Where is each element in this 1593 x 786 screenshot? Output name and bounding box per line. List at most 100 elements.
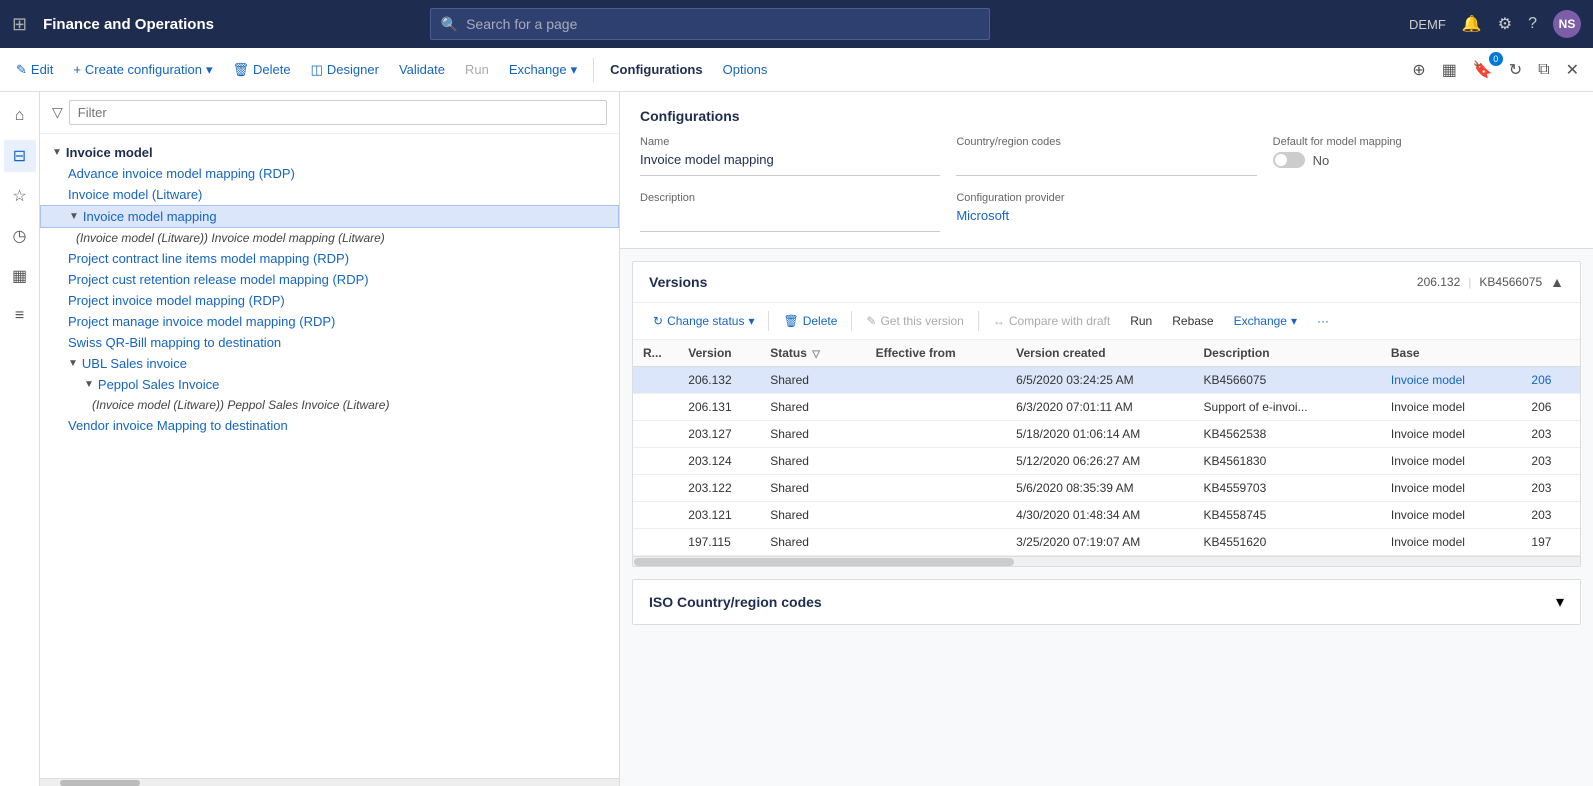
edit-icon: ✎ [16, 62, 27, 78]
create-config-button[interactable]: + Create configuration ▾ [65, 58, 220, 82]
col-header-effective[interactable]: Effective from [866, 340, 1007, 367]
designer-button[interactable]: ◫ Designer [303, 58, 387, 82]
table-row[interactable]: 206.132 Shared 6/5/2020 03:24:25 AM KB45… [633, 367, 1580, 394]
table-row[interactable]: 206.131 Shared 6/3/2020 07:01:11 AM Supp… [633, 394, 1580, 421]
versions-header: Versions 206.132 | KB4566075 ▲ [633, 262, 1580, 303]
cell-status: Shared [760, 394, 865, 421]
cell-created: 4/30/2020 01:48:34 AM [1006, 502, 1193, 529]
sidebar-star-icon[interactable]: ☆ [4, 180, 36, 212]
filter-input[interactable] [69, 100, 607, 125]
config-header: Configurations Name Invoice model mappin… [620, 92, 1593, 249]
versions-trash-icon: 🗑 [783, 314, 798, 328]
sidebar-clock-icon[interactable]: ◷ [4, 220, 36, 252]
config-section-title: Configurations [640, 108, 1573, 124]
cell-r [633, 475, 678, 502]
avatar[interactable]: NS [1553, 10, 1581, 38]
run-button[interactable]: Run [457, 58, 497, 81]
grid-icon[interactable]: ⊞ [12, 14, 27, 35]
versions-more-button[interactable]: ··· [1309, 311, 1337, 331]
versions-delete-button[interactable]: 🗑 Delete [775, 311, 845, 331]
tree-item-project-manage[interactable]: Project manage invoice model mapping (RD… [40, 311, 619, 332]
horizontal-scroll[interactable] [633, 556, 1580, 566]
validate-button[interactable]: Validate [391, 58, 453, 81]
versions-run-button[interactable]: Run [1122, 311, 1160, 331]
cell-effective [866, 394, 1007, 421]
rebase-button[interactable]: Rebase [1164, 311, 1221, 331]
cell-basever: 197 [1521, 529, 1580, 556]
col-header-status[interactable]: Status ▽ [760, 340, 865, 367]
tree-item-peppol-litware[interactable]: (Invoice model (Litware)) Peppol Sales I… [40, 395, 619, 415]
change-status-chevron: ▾ [748, 314, 754, 328]
config-name-label: Name [640, 136, 940, 148]
table-row[interactable]: 203.121 Shared 4/30/2020 01:48:34 AM KB4… [633, 502, 1580, 529]
refresh-button[interactable]: ↻ [1503, 56, 1528, 84]
tree-item-swiss-qr[interactable]: Swiss QR-Bill mapping to destination [40, 332, 619, 353]
table-row[interactable]: 203.127 Shared 5/18/2020 01:06:14 AM KB4… [633, 421, 1580, 448]
versions-exchange-button[interactable]: Exchange ▾ [1226, 311, 1305, 331]
delete-button[interactable]: 🗑 Delete [225, 58, 299, 82]
tree-item-advance[interactable]: Advance invoice model mapping (RDP) [40, 163, 619, 184]
cell-effective [866, 475, 1007, 502]
tree-item-project-invoice[interactable]: Project invoice model mapping (RDP) [40, 290, 619, 311]
col-header-base[interactable]: Base [1381, 340, 1522, 367]
tree-container: ▼ Invoice model Advance invoice model ma… [40, 134, 619, 778]
close-button[interactable]: ✕ [1560, 56, 1585, 84]
versions-collapse-btn[interactable]: ▲ [1550, 274, 1564, 290]
versions-meta: 206.132 | KB4566075 [1417, 275, 1542, 289]
edit-button[interactable]: ✎ Edit [8, 58, 61, 82]
sidebar-home-icon[interactable]: ⌂ [4, 100, 36, 132]
col-header-desc[interactable]: Description [1194, 340, 1381, 367]
table-row[interactable]: 203.122 Shared 5/6/2020 08:35:39 AM KB45… [633, 475, 1580, 502]
left-panel-scrollbar[interactable] [40, 778, 619, 786]
default-mapping-toggle[interactable] [1273, 152, 1305, 168]
cell-effective [866, 529, 1007, 556]
configurations-button[interactable]: Configurations [602, 58, 710, 81]
cell-base: Invoice model [1381, 448, 1522, 475]
config-provider-value[interactable]: Microsoft [956, 208, 1256, 223]
cell-desc: KB4561830 [1194, 448, 1381, 475]
options-button[interactable]: Options [715, 58, 776, 81]
compare-draft-button[interactable]: ↔ Compare with draft [985, 311, 1118, 331]
settings-icon[interactable]: ⚙ [1498, 14, 1512, 34]
tree-item-project-contract[interactable]: Project contract line items model mappin… [40, 248, 619, 269]
notification-icon[interactable]: 🔔 [1462, 14, 1482, 34]
cell-r [633, 394, 678, 421]
iso-header[interactable]: ISO Country/region codes ▾ [633, 580, 1580, 624]
tree-item-project-cust[interactable]: Project cust retention release model map… [40, 269, 619, 290]
sidebar-table-icon[interactable]: ▦ [4, 260, 36, 292]
col-header-created[interactable]: Version created [1006, 340, 1193, 367]
cell-r [633, 421, 678, 448]
help-icon[interactable]: ? [1528, 15, 1537, 33]
tree-item-invoice-model[interactable]: ▼ Invoice model [40, 142, 619, 163]
col-header-version[interactable]: Version [678, 340, 760, 367]
designer-icon: ◫ [311, 62, 323, 78]
popout-button[interactable]: ⧉ [1532, 57, 1555, 83]
change-status-icon: ↻ [653, 314, 663, 328]
get-version-button[interactable]: ✎ Get this version [858, 311, 971, 331]
cell-effective [866, 502, 1007, 529]
filter-icon-btn[interactable]: ⊕ [1406, 56, 1431, 84]
col-header-basever [1521, 340, 1580, 367]
config-default-label: Default for model mapping [1273, 136, 1573, 148]
tree-item-litware-mapping[interactable]: (Invoice model (Litware)) Invoice model … [40, 228, 619, 248]
bookmark-count: 0 [1489, 52, 1503, 66]
cell-version: 206.131 [678, 394, 760, 421]
panel-icon-btn[interactable]: ▦ [1436, 56, 1463, 84]
tree-item-ubl-sales[interactable]: ▼ UBL Sales invoice [40, 353, 619, 374]
cell-base: Invoice model [1381, 502, 1522, 529]
tree-item-peppol[interactable]: ▼ Peppol Sales Invoice [40, 374, 619, 395]
cell-status: Shared [760, 475, 865, 502]
sidebar-filter-icon[interactable]: ⊟ [4, 140, 36, 172]
table-row[interactable]: 197.115 Shared 3/25/2020 07:19:07 AM KB4… [633, 529, 1580, 556]
change-status-button[interactable]: ↻ Change status ▾ [645, 311, 762, 331]
tree-item-vendor[interactable]: Vendor invoice Mapping to destination [40, 415, 619, 436]
versions-meta-kb: KB4566075 [1479, 275, 1542, 289]
search-input[interactable] [466, 16, 979, 32]
tree-item-litware[interactable]: Invoice model (Litware) [40, 184, 619, 205]
search-bar[interactable]: 🔍 [430, 8, 990, 40]
table-row[interactable]: 203.124 Shared 5/12/2020 06:26:27 AM KB4… [633, 448, 1580, 475]
search-icon: 🔍 [441, 16, 458, 33]
sidebar-list-icon[interactable]: ≡ [4, 300, 36, 332]
tree-item-invoice-mapping[interactable]: ▼ Invoice model mapping [40, 205, 619, 228]
exchange-button[interactable]: Exchange ▾ [501, 58, 585, 82]
